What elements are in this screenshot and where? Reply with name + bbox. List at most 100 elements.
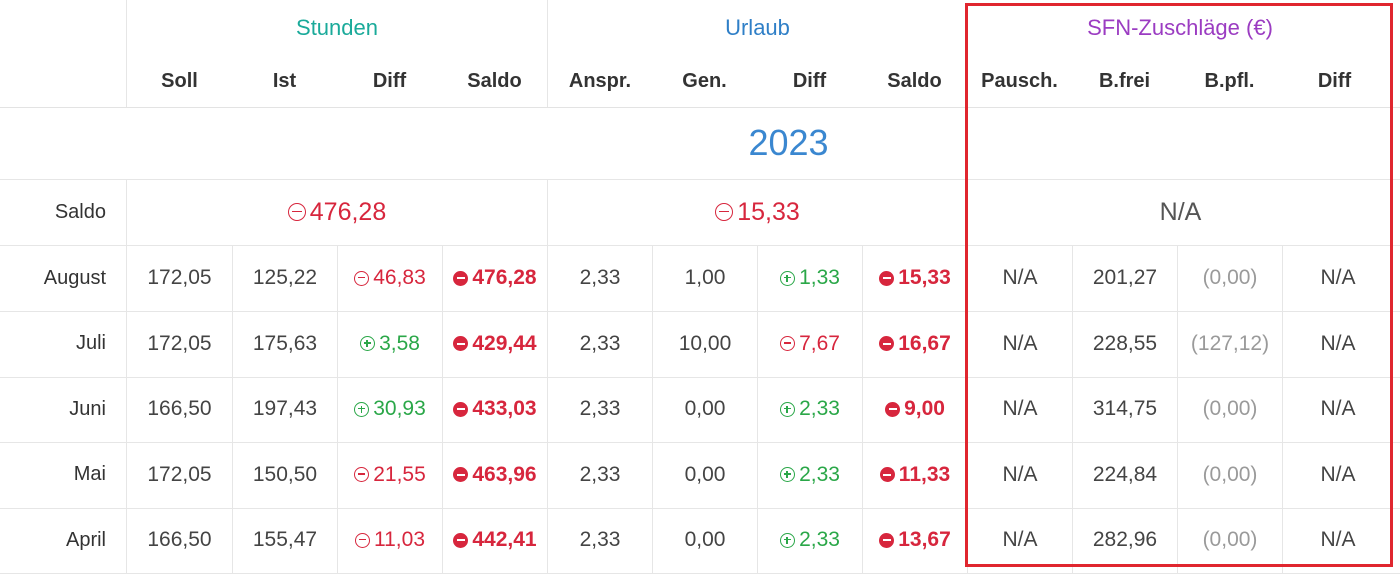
minus-circle-icon (354, 270, 370, 286)
year-row: 2023 (0, 107, 1400, 180)
group-title-urlaub: Urlaub (725, 14, 790, 40)
cell-saldo: 433,03 (442, 376, 547, 442)
cell-gen: 0,00 (652, 507, 757, 573)
cell-diff: 30,93 (337, 376, 442, 442)
pausch-value: N/A (1002, 266, 1038, 289)
cell-bpfl: (0,00) (1177, 507, 1282, 573)
diff-value: 3,58 (379, 331, 420, 355)
soll-value: 172,05 (147, 462, 212, 486)
anspr-value: 2,33 (579, 397, 621, 420)
cell-anspr: 2,33 (547, 310, 652, 377)
group-sfn: SFN-Zuschläge (€) (967, 0, 1393, 55)
col-sfn-diff: Diff (1282, 55, 1387, 107)
urlaub-diff-value: 7,67 (799, 331, 840, 355)
col-label-diff: Diff (372, 69, 407, 92)
group-urlaub: Urlaub (547, 0, 967, 55)
cell-bfrei: 224,84 (1072, 441, 1177, 508)
saldo-label: Saldo (0, 179, 126, 245)
anspr-value: 2,33 (579, 331, 621, 355)
urlaub-saldo-value: 16,67 (898, 331, 951, 355)
minus-filled-icon (879, 336, 895, 351)
soll-value: 166,50 (147, 397, 212, 420)
cell-sfn-diff: N/A (1282, 507, 1393, 573)
cell-pausch: N/A (967, 507, 1072, 573)
cell-saldo: 463,96 (442, 441, 547, 508)
col-label-saldo: Saldo (467, 69, 522, 92)
sfn-diff-value: N/A (1320, 397, 1356, 420)
col-label-soll: Soll (161, 69, 198, 92)
sfn-diff-value: N/A (1320, 331, 1356, 355)
table-row: April 166,50 155,47 11,03 442,41 2,33 0,00 2,33… (0, 507, 1400, 574)
ist-value: 125,22 (252, 266, 318, 289)
cell-pausch: N/A (967, 245, 1072, 311)
minus-filled-icon (879, 270, 895, 286)
saldo-urlaub: 15,33 (547, 179, 967, 245)
diff-value: 30,93 (373, 397, 426, 420)
col-label-pausch: Pausch. (981, 69, 1058, 92)
cell-sfn-diff: N/A (1282, 310, 1393, 377)
saldo-stunden-value: 476,28 (309, 197, 387, 226)
cell-sfn-diff: N/A (1282, 376, 1393, 442)
urlaub-saldo-value: 11,33 (898, 462, 951, 486)
cell-urlaub-diff: 2,33 (757, 441, 862, 508)
row-month: Juli (0, 311, 126, 377)
cell-anspr: 2,33 (547, 245, 652, 311)
cell-bfrei: 201,27 (1072, 245, 1177, 311)
diff-value: 21,55 (373, 462, 426, 486)
bpfl-value: (0,00) (1202, 528, 1258, 551)
plus-circle-icon (780, 532, 796, 548)
cell-soll: 172,05 (126, 245, 232, 311)
table-row: August 172,05 125,22 46,83 476,28 2,33 1,00 1,3… (0, 245, 1400, 312)
bpfl-value: (0,00) (1202, 266, 1258, 289)
group-header-row: Stunden Urlaub SFN-Zuschläge (€) (0, 0, 1400, 55)
anspr-value: 2,33 (579, 266, 621, 289)
col-ist: Ist (232, 55, 337, 107)
col-label-bpfl: B.pfl. (1204, 69, 1255, 92)
col-gen: Gen. (652, 55, 757, 107)
soll-value: 172,05 (147, 266, 212, 289)
month-label: April (65, 528, 106, 551)
minus-filled-icon (453, 270, 469, 286)
cell-bpfl: (0,00) (1177, 376, 1282, 442)
urlaub-diff-value: 2,33 (799, 528, 840, 551)
plus-circle-icon (780, 270, 796, 286)
row-month: August (0, 245, 126, 311)
bpfl-value: (0,00) (1202, 397, 1258, 420)
col-urlaub-saldo: Saldo (862, 55, 967, 107)
cell-ist: 155,47 (232, 507, 337, 573)
urlaub-diff-value: 2,33 (799, 462, 840, 486)
minus-circle-icon (780, 336, 796, 351)
cell-bfrei: 282,96 (1072, 507, 1177, 573)
saldo-sfn-value: N/A (1159, 197, 1202, 226)
diff-value: 46,83 (373, 266, 426, 289)
group-title-sfn: SFN-Zuschläge (€) (1087, 14, 1273, 40)
cell-diff: 46,83 (337, 245, 442, 311)
col-bpfl: B.pfl. (1177, 55, 1282, 107)
row-month: Juni (0, 376, 126, 442)
minus-circle-icon (355, 532, 370, 548)
anspr-value: 2,33 (579, 528, 621, 551)
ist-value: 175,63 (252, 331, 318, 355)
saldo-value: 463,96 (472, 462, 537, 486)
col-urlaub-diff: Diff (757, 55, 862, 107)
cell-urlaub-diff: 2,33 (757, 376, 862, 442)
saldo-label-text: Saldo (54, 200, 106, 223)
cell-sfn-diff: N/A (1282, 245, 1393, 311)
table-row: Mai 172,05 150,50 21,55 463,96 2,33 0,00 2,33 11… (0, 441, 1400, 509)
cell-pausch: N/A (967, 441, 1072, 508)
minus-filled-icon (885, 401, 901, 417)
sfn-diff-value: N/A (1320, 462, 1356, 486)
pausch-value: N/A (1002, 331, 1038, 355)
cell-bfrei: 228,55 (1072, 310, 1177, 377)
cell-anspr: 2,33 (547, 441, 652, 508)
diff-value: 11,03 (374, 528, 425, 551)
col-label-gen: Gen. (682, 69, 727, 92)
cell-gen: 0,00 (652, 441, 757, 508)
month-label: Juni (69, 397, 106, 420)
minus-filled-icon (453, 401, 469, 417)
cell-anspr: 2,33 (547, 376, 652, 442)
gen-value: 1,00 (684, 266, 726, 289)
table-row: Juli 172,05 175,63 3,58 429,44 2,33 10,00 7,67 1… (0, 310, 1400, 378)
saldo-row: Saldo 476,28 15,33 N/A (0, 179, 1400, 246)
cell-gen: 10,00 (652, 310, 757, 377)
